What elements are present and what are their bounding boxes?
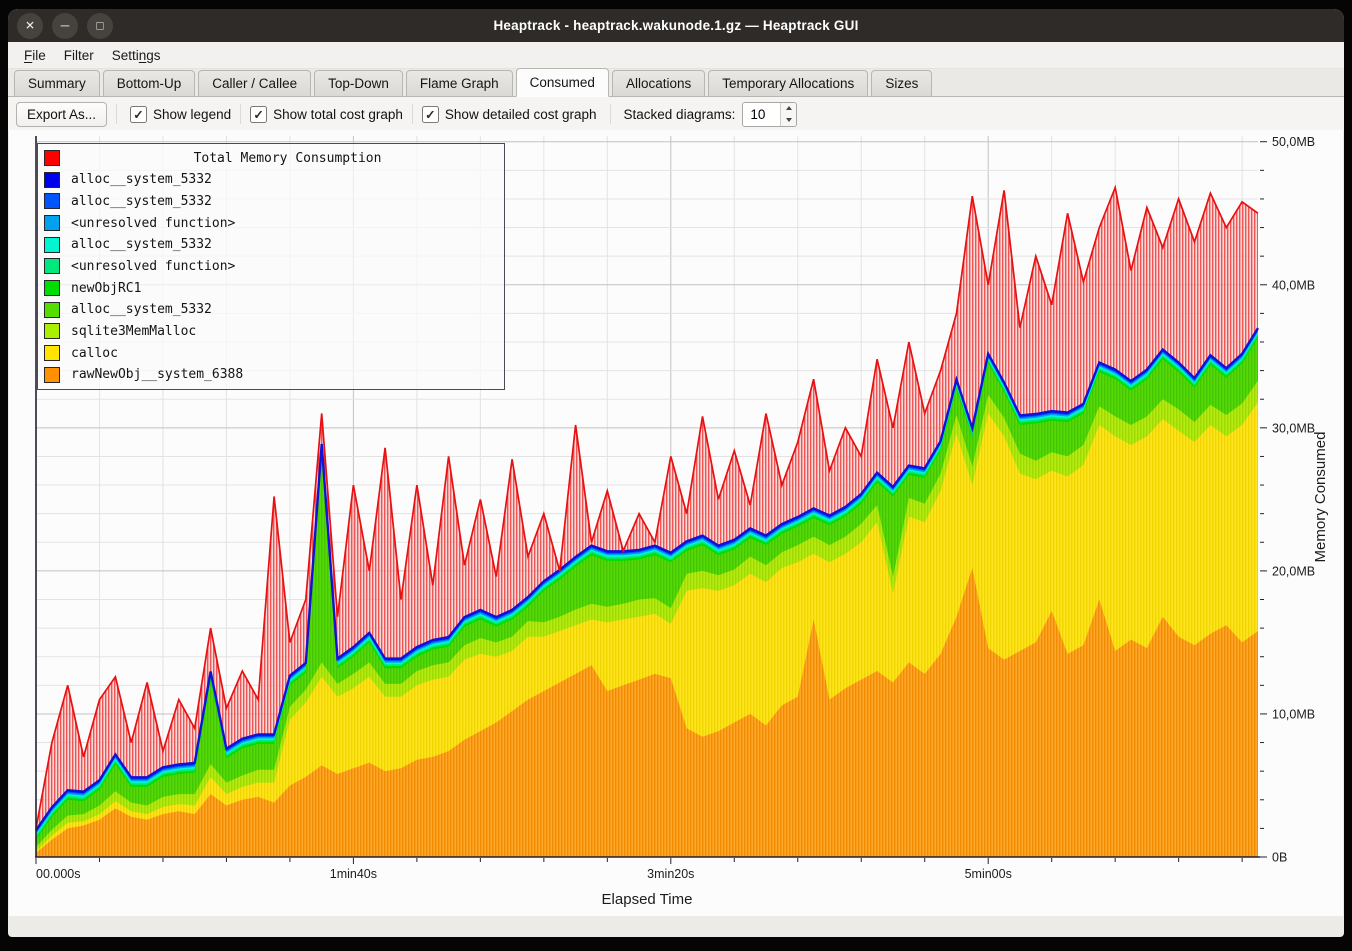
memory-consumption-chart: 00.000s 1min40s 3min20s 5min00s 0B 10,0MB 20,0… <box>9 130 1343 916</box>
y-tick-label: 20,0MB <box>1272 564 1315 578</box>
check-icon: ✓ <box>422 106 439 123</box>
x-tick-label: 5min00s <box>965 867 1012 881</box>
minimize-icon: ─ <box>61 19 70 31</box>
tab-allocations[interactable]: Allocations <box>612 70 705 97</box>
tab-top-down[interactable]: Top-Down <box>314 70 403 97</box>
toolbar-separator <box>412 104 413 124</box>
legend-item: <unresolved function> <box>38 257 504 276</box>
tab-summary[interactable]: Summary <box>14 70 100 97</box>
legend-swatch-icon <box>44 280 60 296</box>
x-tick-label: 00.000s <box>36 867 80 881</box>
minimize-button[interactable]: ─ <box>52 13 78 39</box>
application-window: ✕ ─ □ Heaptrack - heaptrack.wakunode.1.g… <box>8 9 1344 937</box>
menu-filter[interactable]: Filter <box>55 45 103 66</box>
tab-bar: SummaryBottom-UpCaller / CalleeTop-DownF… <box>8 69 1344 97</box>
legend-label: rawNewObj__system_6388 <box>71 367 243 382</box>
chart-legend: Total Memory Consumption alloc__system_53… <box>37 143 505 390</box>
toolbar: Export As... ✓ Show legend ✓ Show total cos… <box>8 97 1344 131</box>
legend-label: <unresolved function> <box>71 259 235 274</box>
legend-item: rawNewObj__system_6388 <box>38 365 504 384</box>
tab-sizes[interactable]: Sizes <box>871 70 932 97</box>
window-controls: ✕ ─ □ <box>17 13 113 39</box>
window-title: Heaptrack - heaptrack.wakunode.1.gz — He… <box>8 18 1344 33</box>
x-tick-label: 3min20s <box>647 867 694 881</box>
tab-caller-callee[interactable]: Caller / Callee <box>198 70 311 97</box>
legend-label: alloc__system_5332 <box>71 172 212 187</box>
menu-settings[interactable]: Settings <box>103 45 170 66</box>
tab-bottom-up[interactable]: Bottom-Up <box>103 70 196 97</box>
close-icon: ✕ <box>25 19 35 31</box>
legend-item: alloc__system_5332 <box>38 300 504 319</box>
legend-swatch-icon <box>44 302 60 318</box>
checkbox-label: Show detailed cost graph <box>445 107 597 122</box>
spin-down-button[interactable] <box>781 114 796 126</box>
maximize-icon: □ <box>96 19 103 31</box>
export-as-button[interactable]: Export As... <box>16 102 107 127</box>
legend-item: newObjRC1 <box>38 279 504 298</box>
legend-item: <unresolved function> <box>38 214 504 233</box>
legend-swatch-icon <box>44 215 60 231</box>
legend-swatch-icon <box>44 193 60 209</box>
check-icon: ✓ <box>130 106 147 123</box>
legend-swatch-icon <box>44 150 60 166</box>
check-icon: ✓ <box>250 106 267 123</box>
legend-label: Total Memory Consumption <box>71 151 504 166</box>
legend-item: alloc__system_5332 <box>38 170 504 189</box>
legend-swatch-icon <box>44 345 60 361</box>
toolbar-separator <box>240 104 241 124</box>
x-axis-title: Elapsed Time <box>602 891 693 908</box>
tab-flame-graph[interactable]: Flame Graph <box>406 70 513 97</box>
checkbox-label: Show legend <box>153 107 231 122</box>
y-tick-label: 0B <box>1272 851 1287 865</box>
checkbox-show-legend[interactable]: ✓ Show legend <box>126 106 235 123</box>
checkbox-show-detailed-cost-graph[interactable]: ✓ Show detailed cost graph <box>418 106 601 123</box>
legend-label: sqlite3MemMalloc <box>71 324 196 339</box>
legend-label: alloc__system_5332 <box>71 237 212 252</box>
legend-item: calloc <box>38 344 504 363</box>
stacked-diagrams-group: Stacked diagrams: <box>624 102 798 127</box>
legend-item: alloc__system_5332 <box>38 192 504 211</box>
legend-item: sqlite3MemMalloc <box>38 322 504 341</box>
menu-file[interactable]: File <box>15 45 55 66</box>
y-tick-label: 40,0MB <box>1272 278 1315 292</box>
toolbar-separator <box>116 104 117 124</box>
stacked-diagrams-label: Stacked diagrams: <box>624 107 736 122</box>
legend-label: alloc__system_5332 <box>71 194 212 209</box>
maximize-button[interactable]: □ <box>87 13 113 39</box>
legend-swatch-icon <box>44 237 60 253</box>
legend-swatch-icon <box>44 323 60 339</box>
legend-label: alloc__system_5332 <box>71 302 212 317</box>
legend-title-row: Total Memory Consumption <box>38 149 504 168</box>
legend-item: alloc__system_5332 <box>38 235 504 254</box>
y-tick-label: 10,0MB <box>1272 707 1315 721</box>
checkbox-label: Show total cost graph <box>273 107 403 122</box>
legend-swatch-icon <box>44 367 60 383</box>
tab-consumed[interactable]: Consumed <box>516 68 609 97</box>
legend-swatch-icon <box>44 258 60 274</box>
y-tick-label: 30,0MB <box>1272 421 1315 435</box>
spin-buttons <box>780 103 796 126</box>
stacked-diagrams-input[interactable] <box>743 103 780 126</box>
close-button[interactable]: ✕ <box>17 13 43 39</box>
toolbar-separator <box>610 104 611 124</box>
y-axis-title: Memory Consumed <box>1312 432 1329 563</box>
legend-label: calloc <box>71 346 118 361</box>
legend-label: newObjRC1 <box>71 281 141 296</box>
stacked-diagrams-spinbox <box>742 102 797 127</box>
tab-temporary-allocations[interactable]: Temporary Allocations <box>708 70 868 97</box>
x-tick-label: 1min40s <box>330 867 377 881</box>
legend-swatch-icon <box>44 172 60 188</box>
menu-bar: FileFilterSettings <box>8 42 1344 69</box>
legend-label: <unresolved function> <box>71 216 235 231</box>
y-tick-label: 50,0MB <box>1272 135 1315 149</box>
checkbox-show-total-cost-graph[interactable]: ✓ Show total cost graph <box>246 106 407 123</box>
spin-up-button[interactable] <box>781 103 796 115</box>
title-bar: ✕ ─ □ Heaptrack - heaptrack.wakunode.1.g… <box>8 9 1344 42</box>
